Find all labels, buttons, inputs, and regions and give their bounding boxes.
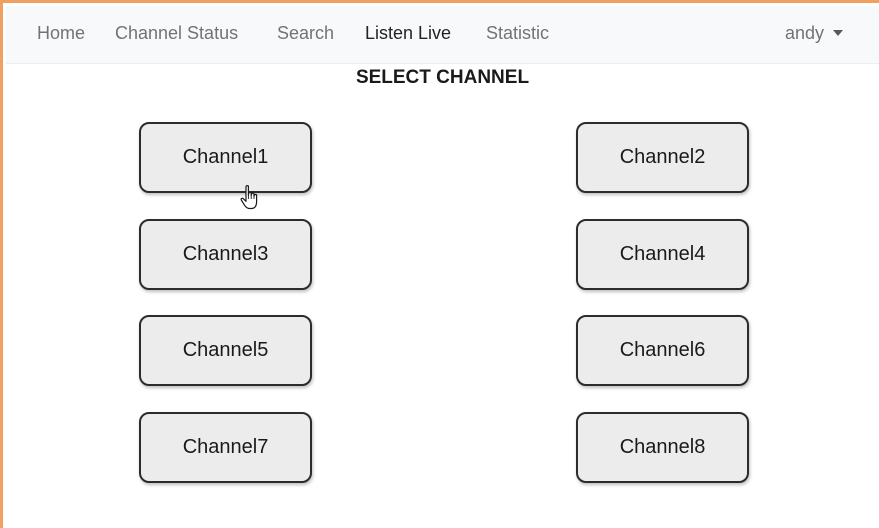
nav-item-channel-status[interactable]: Channel Status: [115, 23, 238, 44]
nav-item-search[interactable]: Search: [277, 23, 334, 44]
channel-5-button[interactable]: Channel5: [139, 315, 312, 386]
channel-8-button[interactable]: Channel8: [576, 412, 749, 483]
top-navbar: Home Channel Status Search Listen Live S…: [6, 6, 879, 64]
channel-3-button[interactable]: Channel3: [139, 219, 312, 290]
caret-down-icon: [833, 30, 844, 36]
channel-1-button[interactable]: Channel1: [139, 122, 312, 193]
app-window: Home Channel Status Search Listen Live S…: [0, 0, 879, 528]
nav-item-listen-live[interactable]: Listen Live: [365, 23, 451, 44]
channel-7-button[interactable]: Channel7: [139, 412, 312, 483]
nav-item-statistic[interactable]: Statistic: [486, 23, 549, 44]
channel-2-button[interactable]: Channel2: [576, 122, 749, 193]
nav-item-home[interactable]: Home: [37, 23, 85, 44]
hand-cursor-icon: [240, 185, 258, 210]
page-title: SELECT CHANNEL: [355, 67, 530, 88]
channel-4-button[interactable]: Channel4: [576, 219, 749, 290]
user-name: andy: [785, 23, 825, 43]
channel-6-button[interactable]: Channel6: [576, 315, 749, 386]
user-menu[interactable]: andy: [785, 23, 844, 44]
